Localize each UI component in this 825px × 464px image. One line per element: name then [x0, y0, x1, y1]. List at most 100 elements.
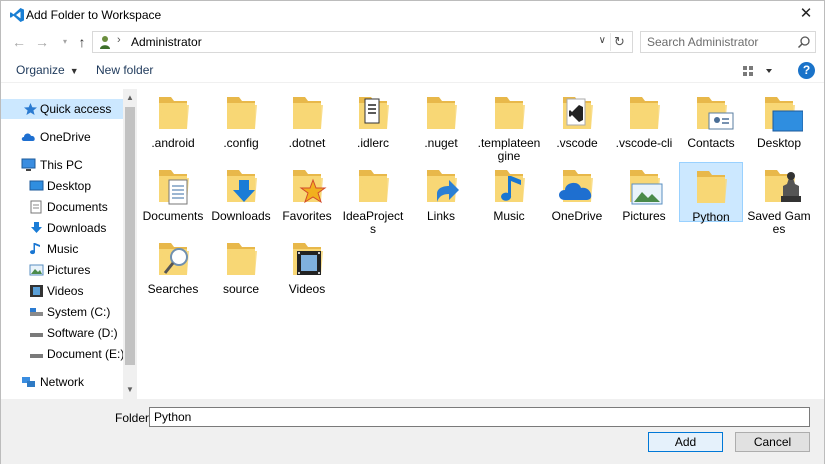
command-toolbar: Organize ▼ New folder ? — [1, 59, 824, 83]
folder-item[interactable]: source — [209, 235, 273, 296]
navigation-pane: Quick access OneDrive This PC Desktop Do… — [1, 89, 137, 399]
folder-item-label: Desktop — [756, 136, 802, 150]
sidebar-item-label: Videos — [47, 284, 84, 298]
folder-item-label: Links — [426, 209, 455, 223]
sidebar-item-downloads[interactable]: Downloads — [1, 218, 123, 238]
organize-button[interactable]: Organize ▼ — [16, 63, 79, 77]
folder-item[interactable]: .nuget — [409, 89, 473, 150]
folder-item[interactable]: Downloads — [209, 162, 273, 223]
folder-icon — [283, 93, 331, 133]
sidebar-item-software-d[interactable]: Software (D:) — [1, 323, 123, 343]
folder-item-label: Pictures — [622, 209, 666, 223]
scroll-up-icon[interactable]: ▲ — [123, 91, 137, 105]
folder-item[interactable]: Searches — [141, 235, 205, 296]
cancel-button[interactable]: Cancel — [735, 432, 810, 452]
up-arrow-icon[interactable]: ↑ — [74, 34, 90, 50]
music-icon — [30, 243, 40, 255]
sidebar-item-onedrive[interactable]: OneDrive — [1, 127, 123, 147]
folder-item-label: source — [222, 282, 260, 296]
folder-icon — [553, 93, 601, 133]
folder-icon — [149, 93, 197, 133]
help-icon[interactable]: ? — [798, 62, 815, 79]
sidebar-item-network[interactable]: Network — [1, 372, 123, 392]
folder-item-label: Saved Games — [747, 209, 811, 236]
search-icon[interactable] — [797, 35, 811, 49]
close-icon[interactable]: ✕ — [794, 3, 818, 25]
folder-icon — [149, 239, 197, 279]
sidebar-item-label: Pictures — [47, 263, 91, 277]
scrollbar-thumb[interactable] — [125, 107, 135, 365]
folder-item[interactable]: Videos — [275, 235, 339, 296]
address-dropdown-icon[interactable]: ∨ — [599, 35, 606, 46]
title-bar: Add Folder to Workspace ✕ — [1, 1, 824, 29]
scroll-down-icon[interactable]: ▼ — [123, 383, 137, 397]
add-button[interactable]: Add — [648, 432, 723, 452]
folder-icon — [620, 93, 668, 133]
sidebar-item-music[interactable]: Music — [1, 239, 123, 259]
folder-item[interactable]: .android — [141, 89, 205, 150]
folder-item[interactable]: .vscode — [545, 89, 609, 150]
folder-icon — [283, 239, 331, 279]
folder-item[interactable]: Pictures — [612, 162, 676, 223]
search-placeholder: Search Administrator — [647, 35, 759, 49]
folder-item[interactable]: Contacts — [679, 89, 743, 150]
folder-item[interactable]: Favorites — [275, 162, 339, 223]
folder-icon — [417, 166, 465, 206]
organize-label: Organize — [16, 63, 65, 77]
search-input[interactable]: Search Administrator — [640, 31, 816, 53]
refresh-icon[interactable]: ↻ — [610, 33, 628, 51]
sidebar-item-label: Documents — [47, 200, 108, 214]
sidebar-item-label: Document (E:) — [47, 347, 125, 361]
folder-icon — [755, 93, 803, 133]
breadcrumb-path[interactable]: Administrator — [131, 35, 202, 49]
breadcrumb-chevron-icon: › — [117, 34, 121, 46]
sidebar-item-label: Music — [47, 242, 79, 256]
sidebar-item-label: Quick access — [40, 102, 112, 116]
desktop-icon — [29, 180, 44, 191]
new-folder-button[interactable]: New folder — [96, 63, 153, 77]
download-icon — [31, 222, 42, 233]
folder-item[interactable]: Saved Games — [747, 162, 811, 236]
sidebar-item-label: This PC — [40, 158, 83, 172]
folder-name-field[interactable]: Python — [149, 407, 810, 427]
folder-item[interactable]: OneDrive — [545, 162, 609, 223]
folder-icon — [283, 166, 331, 206]
folder-item[interactable]: .vscode-cli — [612, 89, 676, 150]
folder-item[interactable]: Music — [477, 162, 541, 223]
change-view-icon[interactable] — [741, 64, 773, 78]
sidebar-item-document-e[interactable]: Document (E:) — [1, 344, 125, 364]
sidebar-item-documents[interactable]: Documents — [1, 197, 123, 217]
folder-icon — [687, 167, 735, 207]
folder-item[interactable]: .dotnet — [275, 89, 339, 150]
folder-item[interactable]: .templateengine — [477, 89, 541, 163]
sidebar-item-videos[interactable]: Videos — [1, 281, 123, 301]
folder-icon — [349, 93, 397, 133]
sidebar-item-label: Software (D:) — [47, 326, 118, 340]
folder-item[interactable]: .idlerc — [341, 89, 405, 150]
computer-icon — [21, 158, 36, 171]
folder-item[interactable]: .config — [209, 89, 273, 150]
folder-item[interactable]: IdeaProjects — [341, 162, 405, 236]
folder-item[interactable]: Links — [409, 162, 473, 223]
folder-item[interactable]: Documents — [141, 162, 205, 223]
sidebar-item-quick-access[interactable]: Quick access — [1, 99, 123, 119]
folder-icon — [217, 93, 265, 133]
folder-item-label: Downloads — [211, 209, 271, 223]
folder-item[interactable]: Desktop — [747, 89, 811, 150]
folder-icon — [149, 166, 197, 206]
sidebar-item-pictures[interactable]: Pictures — [1, 260, 123, 280]
star-icon — [24, 103, 37, 115]
back-arrow-icon[interactable]: ← — [11, 34, 27, 50]
folder-icon — [620, 166, 668, 206]
forward-arrow-icon[interactable]: → — [34, 34, 50, 50]
folder-item[interactable]: Python — [679, 162, 743, 224]
sidebar-item-this-pc[interactable]: This PC — [1, 155, 123, 175]
navigation-scrollbar[interactable]: ▲ ▼ — [123, 89, 137, 399]
address-bar[interactable]: › Administrator ∨ ↻ — [92, 31, 633, 53]
user-folder-icon — [100, 36, 110, 49]
sidebar-item-desktop[interactable]: Desktop — [1, 176, 123, 196]
recent-locations-chevron-icon[interactable]: ▾ — [57, 34, 73, 50]
folder-item-label: Searches — [147, 282, 199, 296]
sidebar-item-system-c[interactable]: System (C:) — [1, 302, 123, 322]
cloud-icon — [21, 133, 35, 141]
